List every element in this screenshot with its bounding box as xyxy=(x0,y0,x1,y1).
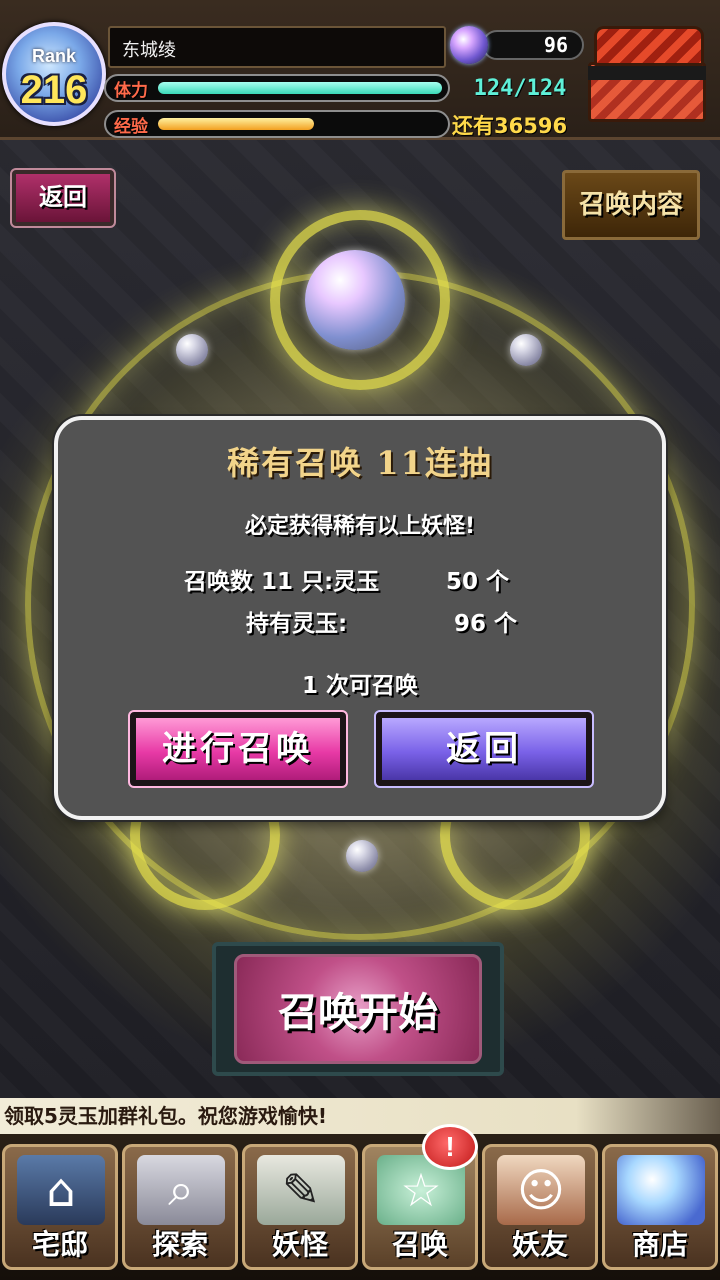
nav-item-shop[interactable]: 商店 xyxy=(602,1144,718,1270)
cancel-button[interactable]: 返回 xyxy=(374,710,594,788)
magnifier-icon: ⌕ xyxy=(137,1155,225,1225)
crystal-ball-icon xyxy=(617,1155,705,1225)
nav-label: 召唤 xyxy=(391,1228,448,1261)
summon-confirm-dialog: 稀有召唤 11连抽 必定获得稀有以上妖怪! 召唤数 11 只:灵玉 50 个 持… xyxy=(54,416,666,820)
nav-label: 妖怪 xyxy=(271,1228,328,1261)
dialog-subtitle: 必定获得稀有以上妖怪! xyxy=(244,514,476,539)
orb-icon xyxy=(346,840,378,872)
nav-label: 探索 xyxy=(151,1228,208,1261)
confirm-summon-button[interactable]: 进行召唤 xyxy=(128,710,348,788)
scroll-icon: ✎ xyxy=(257,1155,345,1225)
summon-start-label: 召唤开始 xyxy=(278,989,438,1036)
orb-icon xyxy=(510,334,542,366)
summon-start-button[interactable]: 召唤开始 xyxy=(212,942,504,1076)
summon-times-text: 1 次可召唤 xyxy=(301,673,418,699)
nav-item-mansion[interactable]: ⌂ 宅邸 xyxy=(2,1144,118,1270)
nav-label: 妖友 xyxy=(511,1228,568,1261)
summon-contents-button[interactable]: 召唤内容 xyxy=(562,170,700,240)
spirit-orb-icon xyxy=(305,250,405,350)
rank-label: Rank xyxy=(31,46,76,66)
house-icon: ⌂ xyxy=(17,1155,105,1225)
held-jade-value: 96 个 xyxy=(446,611,518,637)
cost-value: 50 个 xyxy=(446,569,510,595)
gem-count: 96 xyxy=(482,30,584,60)
back-button[interactable]: 返回 xyxy=(10,168,116,228)
fox-girl-icon: ☺ xyxy=(497,1155,585,1225)
spirit-jade-icon xyxy=(450,26,488,64)
stamina-value: 124/124 xyxy=(473,76,567,101)
held-jade-label: 持有灵玉: xyxy=(246,611,348,637)
exp-label: 经验 xyxy=(114,117,148,137)
stamina-bar-fill xyxy=(158,82,442,94)
treasure-chest-icon[interactable] xyxy=(584,22,714,128)
cost-label: 召唤数 11 只:灵玉 xyxy=(184,569,380,595)
dialog-title: 稀有召唤 11连抽 xyxy=(227,444,493,482)
stamina-label: 体力 xyxy=(114,81,148,101)
nav-label: 商店 xyxy=(631,1228,688,1261)
nav-item-monsters[interactable]: ✎ 妖怪 xyxy=(242,1144,358,1270)
rank-badge: Rank 216 xyxy=(2,22,106,126)
rank-number: 216 xyxy=(20,68,88,112)
nav-item-explore[interactable]: ⌕ 探索 xyxy=(122,1144,238,1270)
player-name: 东城绫 xyxy=(108,26,446,68)
nav-label: 宅邸 xyxy=(31,1228,88,1261)
nav-item-friends[interactable]: ☺ 妖友 xyxy=(482,1144,598,1270)
news-ticker: 领取5灵玉加群礼包。祝您游戏愉快! xyxy=(0,1098,720,1134)
bottom-nav: ⌂ 宅邸 ⌕ 探索 ✎ 妖怪 ☆ 召唤 ☺ 妖友 商店 xyxy=(0,1134,720,1280)
exp-remaining: 还有36596 xyxy=(452,114,568,138)
alert-badge-icon: ! xyxy=(422,1124,478,1170)
stamina-bar: 体力 xyxy=(104,74,450,102)
exp-bar-fill xyxy=(158,118,314,130)
orb-icon xyxy=(176,334,208,366)
exp-bar: 经验 xyxy=(104,110,450,138)
